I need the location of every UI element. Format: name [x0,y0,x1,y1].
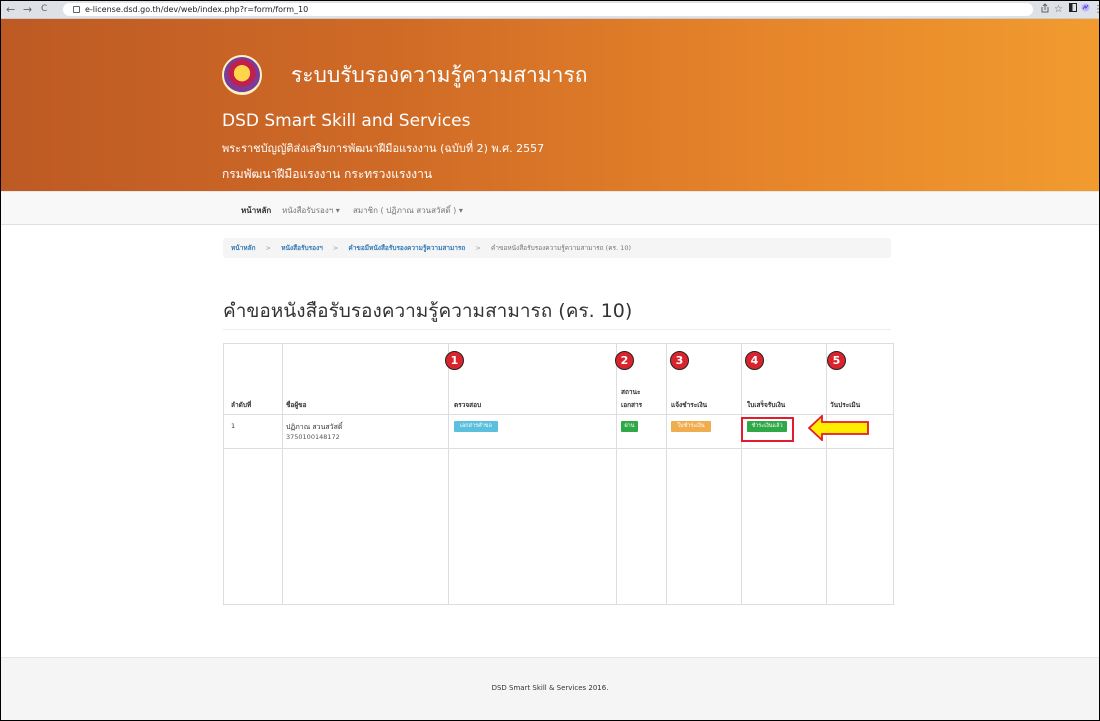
brand-title: DSD Smart Skill and Services [222,111,471,131]
menu-icon[interactable]: ⋮ [1093,3,1099,16]
lock-icon [73,6,80,13]
row-applicant-name: ปฏิภาณ สวนสวัสดิ์ [286,423,343,431]
back-icon[interactable]: ← [6,2,15,17]
extension-icon[interactable] [1081,3,1090,16]
star-icon[interactable]: ☆ [1054,3,1063,16]
highlight-box [741,417,794,442]
browser-toolbar: ← → C e-license.dsd.go.th/dev/web/index.… [1,1,1099,19]
row-no: 1 [231,422,236,430]
header-doc-status-line2: เอกสาร [621,401,643,409]
step-3-marker: 3 [670,351,689,370]
site-footer: DSD Smart Skill & Services 2016. [1,657,1099,720]
header-divider [224,414,893,415]
breadcrumb-separator: > [332,244,339,252]
column-divider [448,344,449,604]
column-divider [666,344,667,604]
system-title: ระบบรับรองความรู้ความสามารถ [291,63,588,87]
step-4-marker: 4 [745,351,764,370]
nav-member-dropdown[interactable]: สมาชิก ( ปฏิภาณ สวนสวัสดิ์ ) ▾ [353,204,463,217]
title-divider [223,329,891,330]
browser-window: ← → C e-license.dsd.go.th/dev/web/index.… [0,0,1100,721]
reload-icon[interactable]: C [41,2,47,17]
footer-copyright: DSD Smart Skill & Services 2016. [491,684,609,692]
header-check: ตรวจสอบ [454,401,482,409]
share-icon[interactable] [1041,3,1049,17]
forward-icon[interactable]: → [23,2,32,17]
step-5-marker: 5 [827,351,846,370]
url-text: e-license.dsd.go.th/dev/web/index.php?r=… [85,5,309,14]
row-applicant-id: 3750100148172 [286,433,340,441]
header-receipt: ใบเสร็จรับเงิน [747,401,786,409]
breadcrumb-separator: > [265,244,272,252]
column-divider [741,344,742,604]
dsd-logo [222,55,262,95]
pointer-arrow-icon [808,415,869,441]
header-assessment-date: วันประเมิน [830,401,861,409]
department-name: กรมพัฒนาฝีมือแรงงาน กระทรวงแรงงาน [222,167,433,181]
doc-status-passed-badge: ผ่าน [621,421,638,432]
breadcrumb-separator: > [475,244,481,252]
request-table: 1 2 3 4 5 ลำดับที่ ชื่อผู้ขอ ตรวจสอบ สถา… [223,343,894,605]
header-no: ลำดับที่ [231,401,252,409]
site-header: ระบบรับรองความรู้ความสามารถ DSD Smart Sk… [1,19,1099,191]
step-2-marker: 2 [615,351,634,370]
breadcrumb-home[interactable]: หน้าหลัก [223,244,256,252]
request-document-button[interactable]: เอกสารคำขอ [454,421,498,432]
nav-home[interactable]: หน้าหลัก [241,204,271,217]
payment-slip-button[interactable]: ใบชำระเงิน [671,421,711,432]
column-divider [616,344,617,604]
column-divider [826,344,827,604]
page-title: คำขอหนังสือรับรองความรู้ความสามารถ (คร. … [223,300,633,322]
breadcrumb-certificates[interactable]: หนังสือรับรองฯ [273,244,323,252]
header-doc-status-line1: สถานะ [621,388,641,396]
act-subtitle: พระราชบัญญัติส่งเสริมการพัฒนาฝีมือแรงงาน… [222,142,545,155]
header-name: ชื่อผู้ขอ [286,401,307,409]
sidebar-icon[interactable] [1069,3,1077,16]
nav-certificates-dropdown[interactable]: หนังสือรับรองฯ ▾ [282,204,340,217]
breadcrumb: หน้าหลัก > หนังสือรับรองฯ > คำขอมีหนังสื… [223,238,891,258]
breadcrumb-request-list[interactable]: คำขอมีหนังสือรับรองความรู้ความสามารถ [340,244,465,252]
column-divider [282,344,283,604]
main-navbar: หน้าหลัก หนังสือรับรองฯ ▾ สมาชิก ( ปฏิภา… [1,191,1099,225]
header-payment-notice: แจ้งชำระเงิน [671,401,708,409]
step-1-marker: 1 [445,351,464,370]
breadcrumb-current: คำขอหนังสือรับรองความรู้ความสามารถ (คร. … [490,244,631,252]
address-bar[interactable]: e-license.dsd.go.th/dev/web/index.php?r=… [63,3,1033,16]
row-divider [224,448,893,449]
